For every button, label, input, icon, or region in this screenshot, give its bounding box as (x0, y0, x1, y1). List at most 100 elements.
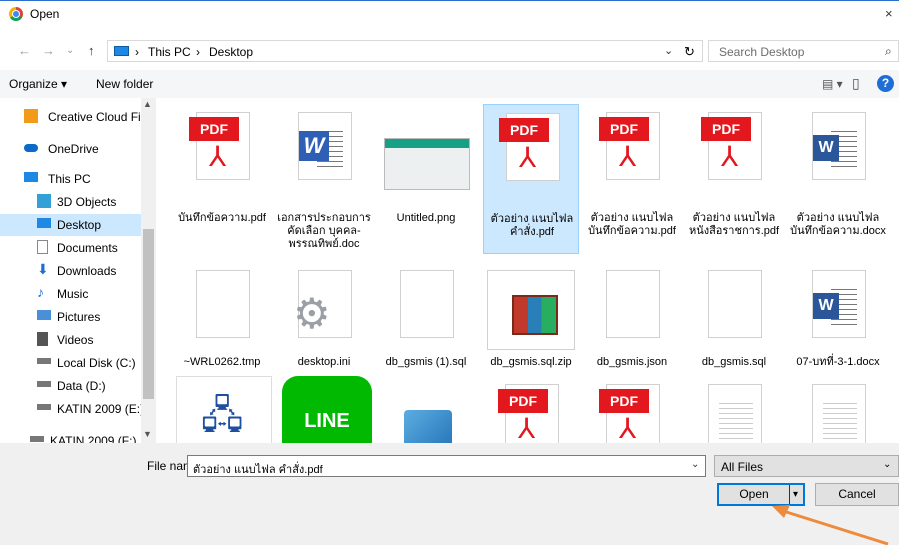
sidebar-item-videos[interactable]: Videos (0, 329, 141, 351)
file-item[interactable]: ~WRL0262.tmp (174, 262, 270, 382)
refresh-icon[interactable]: ↻ (684, 44, 695, 60)
navigation-pane: Creative Cloud Fil OneDrive This PC 3D O… (0, 98, 156, 443)
music-icon: ♪ (37, 284, 44, 300)
file-name-input[interactable]: ตัวอย่าง แนบไฟล คำสั่ง.pdf ⌄ (187, 455, 706, 477)
file-name: ตัวอย่าง แนบไฟล บันทึกข้อความ.docx (790, 212, 886, 237)
file-item[interactable]: PDF ⅄ ตัวอย่าง แนบไฟล บันทึกข้อความ.pdf (584, 104, 680, 254)
file-name: ตัวอย่าง แนบไฟล หนังสือราชการ.pdf (688, 212, 780, 237)
pdf-label: PDF (599, 389, 649, 413)
sidebar-item-label: Data (D:) (57, 379, 106, 393)
file-item[interactable]: LINE (280, 376, 376, 443)
chevron-down-icon[interactable]: ⌄ (883, 459, 891, 470)
onedrive-icon (24, 144, 38, 152)
file-item-selected[interactable]: PDF ⅄ ตัวอย่าง แนบไฟล คำสั่ง.pdf (483, 104, 579, 254)
file-name: db_gsmis (1).sql (385, 356, 467, 368)
sidebar-item-music[interactable]: ♪ Music (0, 283, 141, 305)
sidebar-item-data-d[interactable]: Data (D:) (0, 375, 141, 397)
sidebar-item-label: OneDrive (48, 142, 99, 156)
sidebar-item-downloads[interactable]: ⬇ Downloads (0, 260, 141, 282)
drive-icon (37, 381, 51, 387)
sidebar-item-label: Local Disk (C:) (57, 356, 136, 370)
file-item[interactable] (378, 376, 474, 443)
word-logo: W (299, 131, 329, 161)
pdf-file-icon: PDF ⅄ (599, 384, 660, 443)
sidebar-scrollbar-thumb[interactable] (143, 229, 154, 399)
blank-file-icon (606, 270, 660, 338)
sidebar-item-onedrive[interactable]: OneDrive (0, 138, 141, 160)
address-bar[interactable]: › This PC › Desktop ⌄ ↻ (107, 40, 703, 62)
text-file-icon (708, 384, 762, 443)
change-view-icon[interactable]: ▤ ▾ (822, 77, 843, 91)
acrobat-mark: ⅄ (209, 141, 227, 172)
close-icon[interactable]: × (885, 6, 893, 21)
address-dropdown-icon[interactable]: ⌄ (664, 44, 673, 57)
file-item[interactable] (686, 376, 782, 443)
word-doc-icon: W (298, 112, 352, 180)
sidebar-item-creative-cloud[interactable]: Creative Cloud Fil (0, 106, 144, 128)
image-thumbnail (384, 138, 470, 190)
file-item[interactable]: PDF ⅄ (584, 376, 680, 443)
file-name: db_gsmis.json (596, 356, 668, 368)
chevron-down-icon[interactable]: ⌄ (691, 459, 699, 470)
pdf-label: PDF (599, 117, 649, 141)
back-arrow-icon[interactable]: ← (18, 43, 31, 58)
breadcrumb-separator: › (135, 45, 139, 59)
file-item[interactable]: PDF ⅄ (483, 376, 579, 443)
file-name: desktop.ini (297, 356, 351, 368)
pdf-file-icon: PDF ⅄ (599, 112, 660, 180)
up-arrow-icon[interactable]: ↑ (88, 43, 95, 58)
recent-locations-icon[interactable]: ⌄ (66, 45, 74, 56)
file-item[interactable]: PDF ⅄ ตัวอย่าง แนบไฟล หนังสือราชการ.pdf (686, 104, 782, 254)
file-item[interactable]: W ตัวอย่าง แนบไฟล บันทึกข้อความ.docx (790, 104, 886, 254)
sidebar-item-3d-objects[interactable]: 3D Objects (0, 191, 141, 213)
sidebar-item-katin-e[interactable]: KATIN 2009 (E:) (0, 398, 144, 420)
scroll-up-icon[interactable]: ▲ (143, 99, 152, 109)
breadcrumb-this-pc[interactable]: This PC (148, 45, 191, 59)
this-pc-icon (24, 172, 38, 182)
scroll-down-icon[interactable]: ▼ (143, 429, 152, 439)
file-item[interactable]: db_gsmis.sql (686, 262, 782, 382)
sidebar-item-katin-f[interactable]: KATIN 2009 (F:) (0, 430, 141, 443)
acrobat-mark: ⅄ (519, 142, 537, 173)
file-item[interactable] (790, 376, 886, 443)
sidebar-item-label: Documents (57, 241, 118, 255)
window-title: Open (30, 7, 60, 21)
search-box[interactable]: Search Desktop ⌕ (708, 40, 899, 62)
search-icon[interactable]: ⌕ (885, 44, 892, 59)
sidebar-item-this-pc[interactable]: This PC (0, 168, 141, 190)
sidebar-item-desktop[interactable]: Desktop (0, 214, 141, 236)
sidebar-item-label: Downloads (57, 264, 117, 278)
file-item[interactable]: db_gsmis (1).sql (378, 262, 474, 382)
file-item[interactable]: PDF ⅄ บันทึกข้อความ.pdf (174, 104, 270, 254)
new-folder-button[interactable]: New folder (96, 77, 153, 91)
file-item[interactable]: W เอกสารประกอบการคัดเลือก บุคคล-พรรณทิพย… (276, 104, 372, 254)
organize-menu[interactable]: Organize ▾ (9, 77, 67, 91)
file-item[interactable]: Untitled.png (378, 104, 474, 254)
sidebar-item-label: Desktop (57, 218, 102, 232)
help-icon[interactable]: ? (877, 75, 894, 92)
file-name: เอกสารประกอบการคัดเลือก บุคคล-พรรณทิพย์.… (277, 212, 371, 250)
file-item[interactable]: db_gsmis.sql.zip (483, 262, 579, 382)
file-item[interactable]: 🖧 (176, 376, 272, 443)
sidebar-item-label: Creative Cloud Fil (48, 110, 144, 124)
command-toolbar: Organize ▾ New folder ▤ ▾ ▯ ? (0, 70, 899, 98)
preview-pane-icon[interactable]: ▯ (852, 75, 860, 92)
file-item[interactable]: db_gsmis.json (584, 262, 680, 382)
file-item[interactable]: W 07-บทที่-3-1.docx (790, 262, 886, 382)
settings-file-icon: ⚙ (293, 270, 352, 338)
desktop-icon (37, 218, 51, 228)
file-name: db_gsmis.sql.zip (490, 356, 572, 368)
file-item[interactable]: ⚙ desktop.ini (276, 262, 372, 382)
zip-file-icon (487, 270, 575, 350)
sidebar-item-local-disk-c[interactable]: Local Disk (C:) (0, 352, 141, 374)
sidebar-item-documents[interactable]: Documents (0, 237, 141, 259)
annotation-arrow-icon (772, 505, 889, 545)
title-bar: Open × (0, 0, 899, 28)
sidebar-item-pictures[interactable]: Pictures (0, 306, 141, 328)
word-logo: W (813, 135, 839, 161)
pictures-icon (37, 310, 51, 320)
local-disk-icon (37, 358, 51, 364)
file-type-filter[interactable]: All Files ⌄ (714, 455, 899, 477)
forward-arrow-icon[interactable]: → (42, 43, 55, 58)
breadcrumb-desktop[interactable]: Desktop (209, 45, 253, 59)
